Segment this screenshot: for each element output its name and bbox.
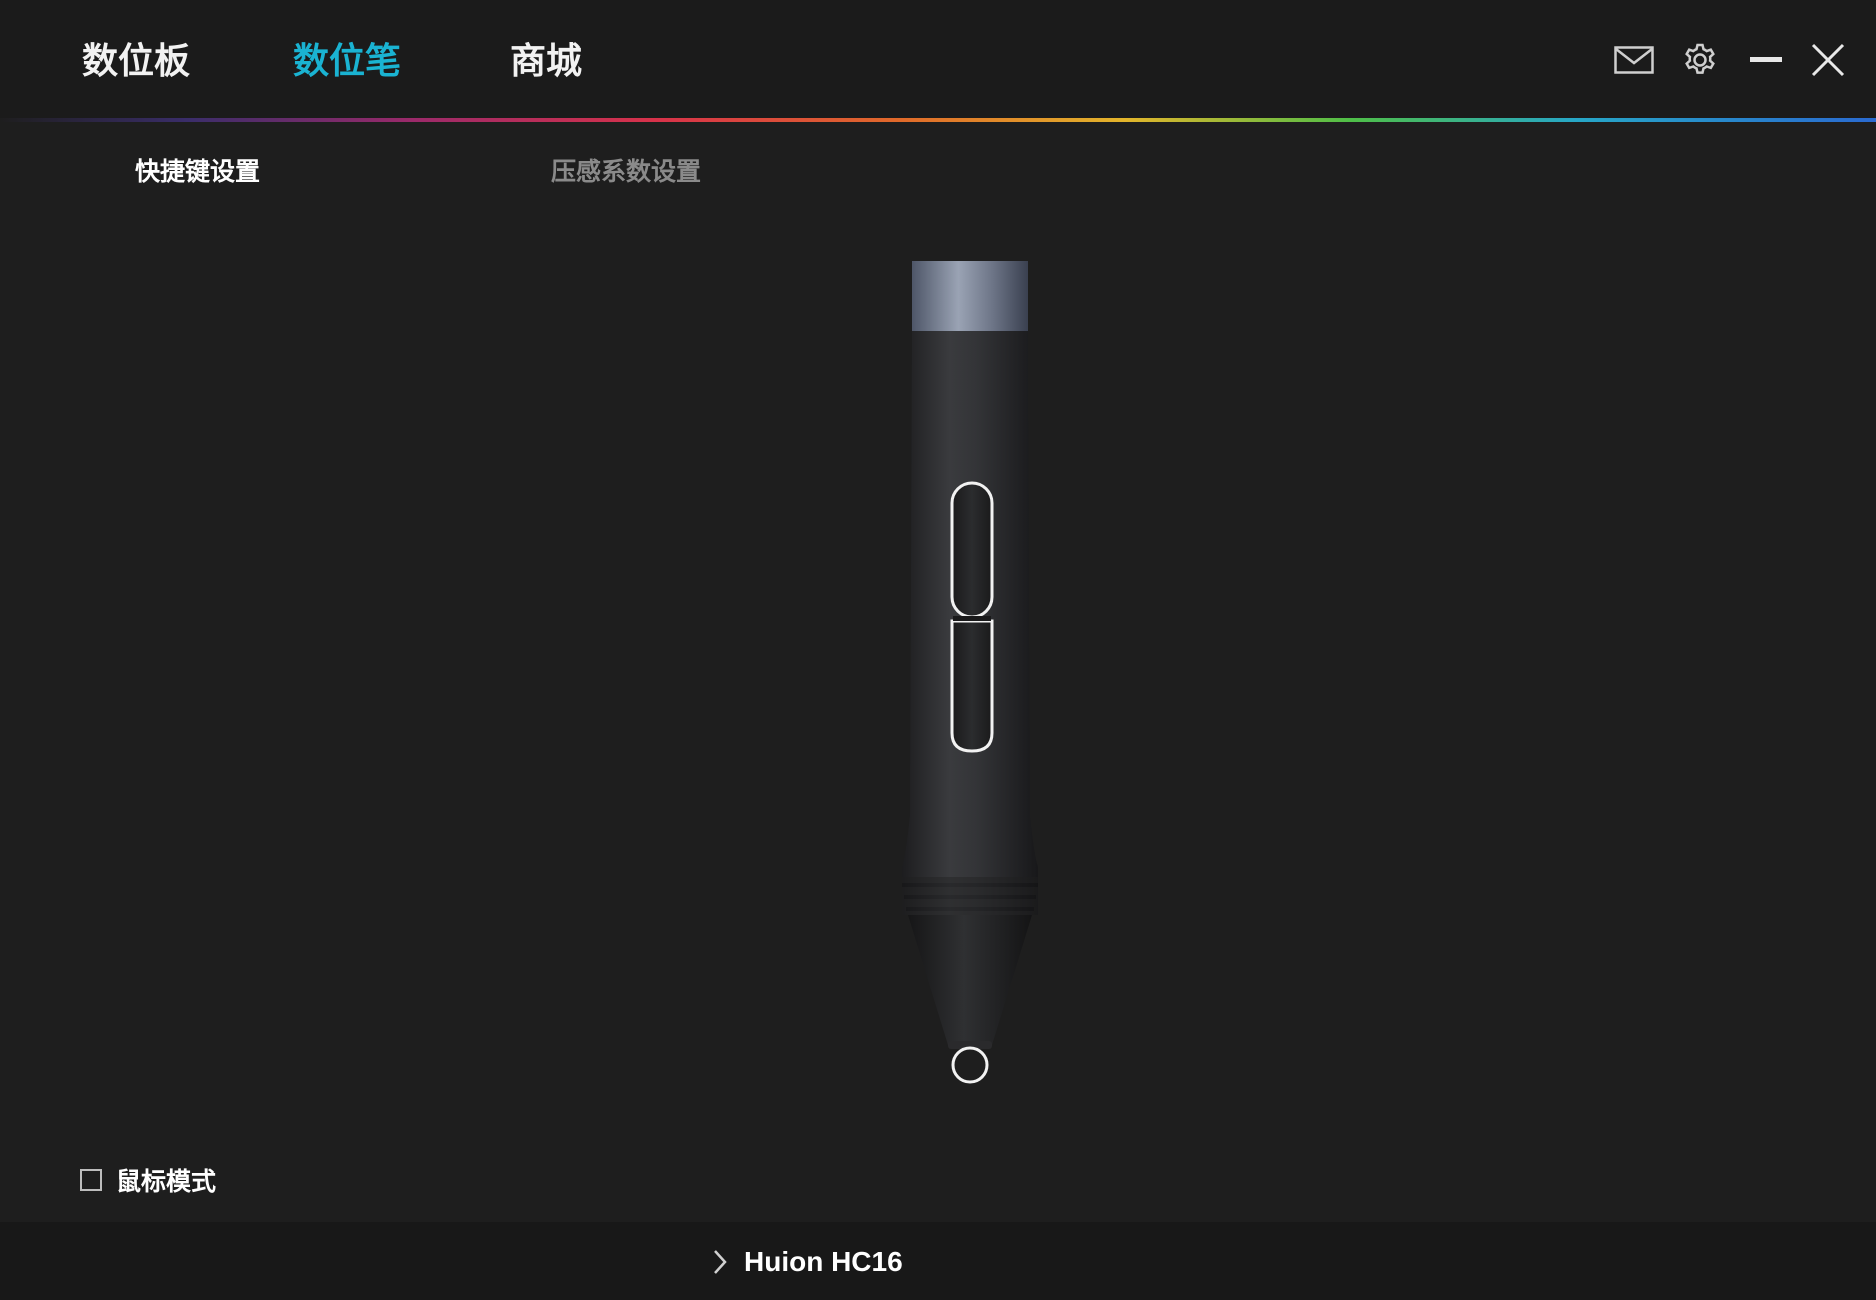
subtab-pressure-settings[interactable]: 压感系数设置: [551, 152, 701, 192]
settings-button[interactable]: [1676, 36, 1724, 84]
app-window: 数位板 数位笔 商城 快捷键设置 压感系数设置 鼠标模式 Huion HC16: [0, 0, 1876, 1300]
mouse-mode-toggle[interactable]: 鼠标模式: [80, 1162, 216, 1198]
close-icon: [1811, 43, 1845, 77]
device-selector[interactable]: Huion HC16: [712, 1242, 903, 1282]
tab-tablet[interactable]: 数位板: [82, 34, 190, 90]
tab-pen[interactable]: 数位笔: [293, 34, 401, 90]
pen-upper-button[interactable]: [950, 481, 994, 619]
mail-button[interactable]: [1610, 36, 1658, 84]
minimize-button[interactable]: [1742, 36, 1790, 84]
mouse-mode-label: 鼠标模式: [116, 1167, 217, 1196]
subtab-shortcut-settings[interactable]: 快捷键设置: [135, 152, 260, 192]
device-name: Huion HC16: [744, 1246, 903, 1277]
top-bar: 数位板 数位笔 商城: [0, 0, 1876, 118]
close-button[interactable]: [1804, 36, 1852, 84]
header-divider: [0, 118, 1876, 122]
mail-icon: [1614, 46, 1654, 74]
mouse-mode-checkbox[interactable]: [80, 1169, 102, 1191]
chevron-right-icon: [712, 1248, 728, 1276]
gear-icon: [1685, 43, 1715, 74]
pen-lower-button[interactable]: [950, 619, 994, 753]
tab-store[interactable]: 商城: [510, 34, 582, 90]
pen-illustration: [880, 255, 1080, 1095]
pen-image: [902, 261, 1038, 1084]
bottom-bar: Huion HC16: [0, 1222, 1876, 1300]
pen-tip-button[interactable]: [951, 1046, 989, 1084]
minimize-icon: [1750, 57, 1782, 62]
